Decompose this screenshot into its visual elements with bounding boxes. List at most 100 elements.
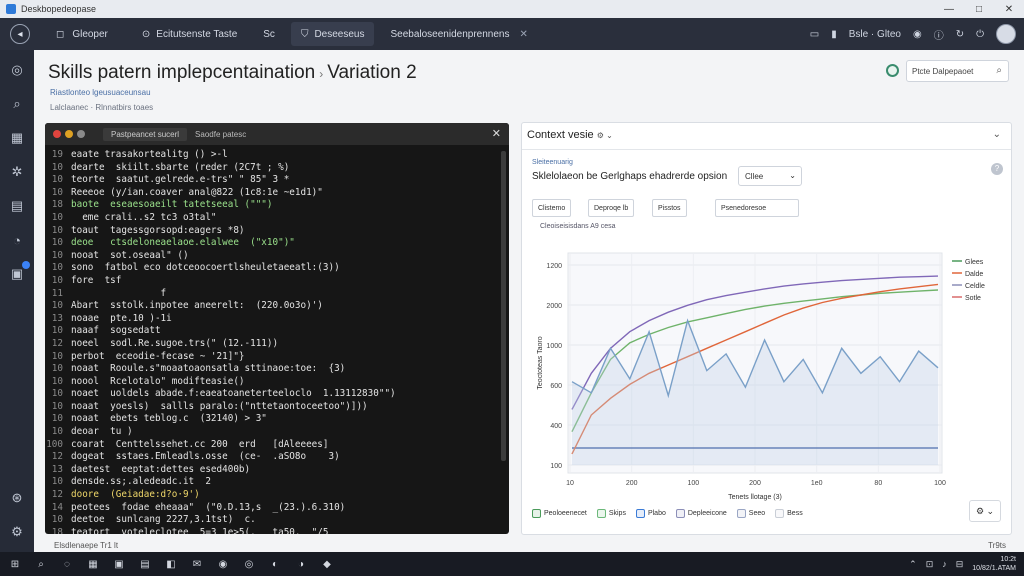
filter-dropdown[interactable]: Psenedoresoe — [715, 199, 799, 217]
maximize-button[interactable]: □ — [964, 0, 994, 18]
close-dot-icon[interactable] — [53, 130, 61, 138]
settings-button[interactable]: ⚙ ⌄ — [969, 500, 1001, 522]
code-line[interactable]: 18 teatort voteleclotee 5=3 1e>5(. ta50. … — [45, 527, 497, 534]
subtitle-link[interactable]: Riastlonteo lgeusuaceunsau — [50, 88, 151, 97]
filter-button[interactable]: Deproqe lb — [588, 199, 635, 217]
code-line[interactable]: 10 fore tsf — [45, 275, 497, 288]
legend-item[interactable]: Seeo — [736, 509, 765, 518]
close-window-button[interactable]: ✕ — [994, 0, 1024, 18]
code-line[interactable]: 10 nooat sot.oseaal" () — [45, 250, 497, 263]
tray-up-icon[interactable]: ⌃ — [909, 559, 917, 570]
code-line[interactable]: 10 toaut tagessgorsopd:eagers *8) — [45, 225, 497, 238]
toolbar-label[interactable]: Bsle · Glteo — [849, 29, 901, 40]
code-line[interactable]: 19 eaate trasakortealitg () >-l — [45, 149, 497, 162]
taskbar-app-icon[interactable]: ▦ — [86, 557, 100, 571]
filter-button[interactable]: Pisstos — [652, 199, 687, 217]
editor-scrollbar[interactable] — [501, 151, 506, 461]
legend-item[interactable]: Bess — [775, 509, 803, 518]
clock[interactable]: 10:2t 10/82/1.ATAM — [972, 555, 1016, 573]
minimize-dot-icon[interactable] — [65, 130, 73, 138]
tab-seebaloseen[interactable]: Seebaloseenidenprennens ✕ — [380, 22, 537, 46]
taskbar-app-icon[interactable]: ◆ — [320, 557, 334, 571]
close-icon[interactable]: ✕ — [492, 127, 501, 140]
taskbar-app-icon[interactable]: ▤ — [138, 557, 152, 571]
code-line[interactable]: 10 eme crali..s2 tc3 o3tal" — [45, 212, 497, 225]
code-line[interactable]: 10 noaat ebets teblog.c (32140) > 3" — [45, 413, 497, 426]
monitor-icon[interactable]: ▭ — [810, 29, 819, 40]
code-line[interactable]: 13 noaae pte.10 )-1i — [45, 313, 497, 326]
editor-tab[interactable]: Pastpeancet sucerl — [103, 127, 188, 141]
taskbar-app-icon[interactable]: ▣ — [112, 557, 126, 571]
code-line[interactable]: 10 noaat Rooule.s"moaatoaonsatla sttinaoe… — [45, 363, 497, 376]
code-line[interactable]: 10 teorte saatut.gelrede.e-trs" " 85" 3 * — [45, 174, 497, 187]
gear-icon[interactable]: ⚙ ⌄ — [597, 131, 613, 140]
help-icon[interactable]: ⊛ — [7, 488, 27, 508]
code-line[interactable]: 12 noeel sodl.Re.sugoe.trs(" (12.-111)) — [45, 338, 497, 351]
chevron-down-icon[interactable]: ⌄ — [993, 129, 1001, 140]
taskbar-app-icon[interactable]: ◉ — [216, 557, 230, 571]
zoom-dot-icon[interactable] — [77, 130, 85, 138]
layers-icon[interactable]: ▣ — [7, 261, 30, 284]
code-line[interactable]: 10 noaet uoldels abade.f:eaeatoaneterteel… — [45, 388, 497, 401]
minimize-button[interactable]: — — [934, 0, 964, 18]
info-icon[interactable]: ⓘ — [934, 27, 944, 42]
search-icon[interactable]: ⌕ — [7, 94, 27, 114]
camera-icon[interactable]: ◉ — [913, 29, 922, 40]
code-line[interactable]: 10 noool Rcelotalo" modifteasie() — [45, 376, 497, 389]
code-line[interactable]: 12 dogeat sstaes.Emleadls.osse (ce- .aSO8… — [45, 451, 497, 464]
tab-gleoper[interactable]: ◻ Gleoper — [46, 22, 118, 46]
back-button[interactable]: ◂ — [10, 24, 30, 44]
code-line[interactable]: 10 dearte skiilt.sbarte (reder (2C7t ; %) — [45, 162, 497, 175]
taskbar-app-icon[interactable]: ⊞ — [8, 557, 22, 571]
close-tab-icon[interactable]: ✕ — [519, 29, 527, 40]
code-line[interactable]: 100 coarat Centtelssehet.cc 200 erd [dAle… — [45, 439, 497, 452]
code-line[interactable]: 14 peotees fodae eheaaa" ("0.D.13,s _(23.… — [45, 502, 497, 515]
taskbar-app-icon[interactable]: ◎ — [242, 557, 256, 571]
legend-item[interactable]: Plabo — [635, 509, 666, 518]
network-icon[interactable]: ✲ — [7, 162, 27, 182]
tab-ecitutsenste[interactable]: ⊙ Ecitutsenste Taste — [132, 22, 247, 46]
taskbar-app-icon[interactable]: ⌕ — [34, 557, 48, 571]
gauge-icon[interactable]: ◔ — [7, 230, 27, 250]
tab-sc[interactable]: Sc — [253, 22, 285, 46]
taskbar-app-icon[interactable]: ✉ — [190, 557, 204, 571]
legend-item[interactable]: Skips — [596, 509, 626, 518]
filter-button[interactable]: Clistemo — [532, 199, 572, 217]
grid-icon[interactable]: ▦ — [7, 128, 27, 148]
code-line[interactable]: 12 doore (Geiadae:d?o·9') — [45, 489, 497, 502]
code-line[interactable]: 10 deoar tu ) — [45, 426, 497, 439]
view-dropdown[interactable]: Cllee ⌄ — [738, 166, 802, 186]
refresh-icon[interactable]: ↻ — [956, 29, 964, 40]
code-line[interactable]: 11 f — [45, 288, 497, 301]
legend-item[interactable]: Peoloeenecet — [532, 509, 587, 518]
code-line[interactable]: 10 naaaf sogsedatt — [45, 325, 497, 338]
document-icon[interactable]: ▮ — [831, 29, 837, 40]
code-line[interactable]: 10 Reeeoe (y/ian.coaver anal@822 (1c8:1e … — [45, 187, 497, 200]
settings-icon[interactable]: ⚙ — [7, 522, 27, 542]
home-icon[interactable]: ◎ — [7, 60, 27, 80]
legend-item[interactable]: Depleeicone — [675, 509, 727, 518]
list-icon[interactable]: ▤ — [7, 196, 27, 216]
taskbar-app-icon[interactable]: ◑ — [294, 557, 308, 571]
power-icon[interactable]: ⏻ — [976, 29, 984, 40]
code-line[interactable]: 10 deetoe sunlcang 2227,3.1tst) c. — [45, 514, 497, 527]
code-editor[interactable]: Pastpeancet sucerl Saodfe patesc ✕ 19 eaa… — [45, 123, 509, 534]
code-line[interactable]: 10 perbot eceodie-fecase ~ '21]"} — [45, 351, 497, 364]
code-line[interactable]: 10 sono fatbol eco dotceoocoertlsheuletae… — [45, 262, 497, 275]
code-line[interactable]: 10 noaat yoesls) sallls paralo:("nttetaon… — [45, 401, 497, 414]
search-icon[interactable]: ⌕ — [996, 65, 1002, 76]
code-line[interactable]: 10 deoe ctsdeloneaelaoe.elalwee ("x10")" — [45, 237, 497, 250]
taskbar-app-icon[interactable]: ◐ — [268, 557, 282, 571]
battery-icon[interactable]: ⊟ — [956, 559, 964, 570]
network-icon[interactable]: ⊡ — [926, 559, 934, 570]
taskbar-app-icon[interactable]: ◌ — [60, 557, 74, 571]
search-input[interactable]: Ptcte Dalpepaoet ⌕ — [906, 60, 1009, 82]
avatar[interactable] — [996, 24, 1016, 44]
code-line[interactable]: 10 Abart sstolk.inpotee aneerelt: (220.0o… — [45, 300, 497, 313]
taskbar-app-icon[interactable]: ◧ — [164, 557, 178, 571]
code-line[interactable]: 13 daetest eeptat:dettes esed400b) — [45, 464, 497, 477]
code-line[interactable]: 18 baote eseaesoaeilt tatetseeal (""") — [45, 199, 497, 212]
volume-icon[interactable]: ♪ — [942, 559, 947, 569]
editor-tab-2[interactable]: Saodfe patesc — [195, 130, 246, 139]
code-lines[interactable]: 19 eaate trasakortealitg () >-l 10 dearte s… — [45, 145, 497, 534]
